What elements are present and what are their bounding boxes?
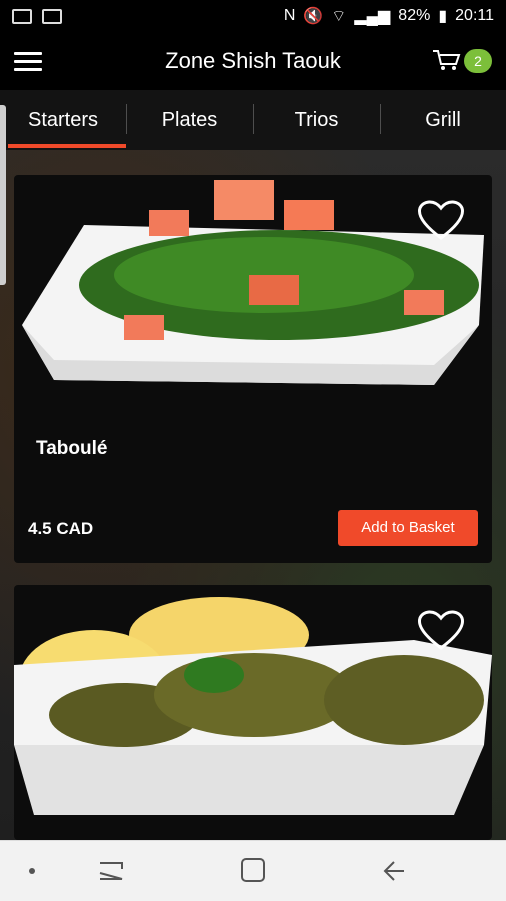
back-icon[interactable] (383, 861, 404, 881)
item-price: 4.5 CAD (28, 519, 94, 538)
status-bar: N 🔇 ⌔ ▂▄▆ 82% ▮ 20:11 (0, 0, 506, 32)
recent-apps-icon[interactable] (99, 862, 123, 880)
battery-percent: 82% (398, 7, 431, 24)
favorite-heart-icon[interactable] (416, 199, 466, 246)
status-right: N 🔇 ⌔ ▂▄▆ 82% ▮ 20:11 (284, 6, 494, 26)
signal-icon: ▂▄▆ (354, 8, 391, 25)
app-title: Zone Shish Taouk (165, 48, 341, 73)
dot-icon[interactable] (29, 868, 35, 874)
tab-grill[interactable]: Grill (380, 90, 506, 147)
wifi-icon: ⌔ (331, 8, 347, 25)
tab-starters[interactable]: Starters (0, 90, 126, 147)
home-icon[interactable] (241, 858, 265, 882)
cart-icon[interactable] (432, 48, 462, 77)
menu-item-card[interactable]: Taboulé 4.5 CAD Add to Basket (14, 175, 492, 563)
favorite-heart-icon[interactable] (416, 609, 466, 656)
add-to-basket-button[interactable]: Add to Basket (338, 510, 478, 546)
active-tab-indicator (8, 144, 126, 148)
nfc-icon: N (283, 7, 296, 24)
scrollbar[interactable] (0, 105, 6, 285)
cart-count-badge: 2 (464, 49, 492, 73)
system-nav-bar (0, 840, 506, 901)
tab-plates[interactable]: Plates (126, 90, 253, 147)
menu-item-card[interactable] (14, 585, 492, 840)
tab-trios[interactable]: Trios (253, 90, 380, 147)
notification-icon (42, 8, 62, 24)
status-left (12, 8, 62, 24)
category-tabs: Starters Plates Trios Grill (0, 90, 506, 150)
app-bar: Zone Shish Taouk 2 (0, 32, 506, 90)
gallery-icon (12, 8, 32, 24)
mute-icon: 🔇 (303, 8, 324, 25)
battery-icon: ▮ (438, 8, 448, 25)
clock: 20:11 (455, 7, 494, 24)
item-name: Taboulé (36, 438, 108, 459)
